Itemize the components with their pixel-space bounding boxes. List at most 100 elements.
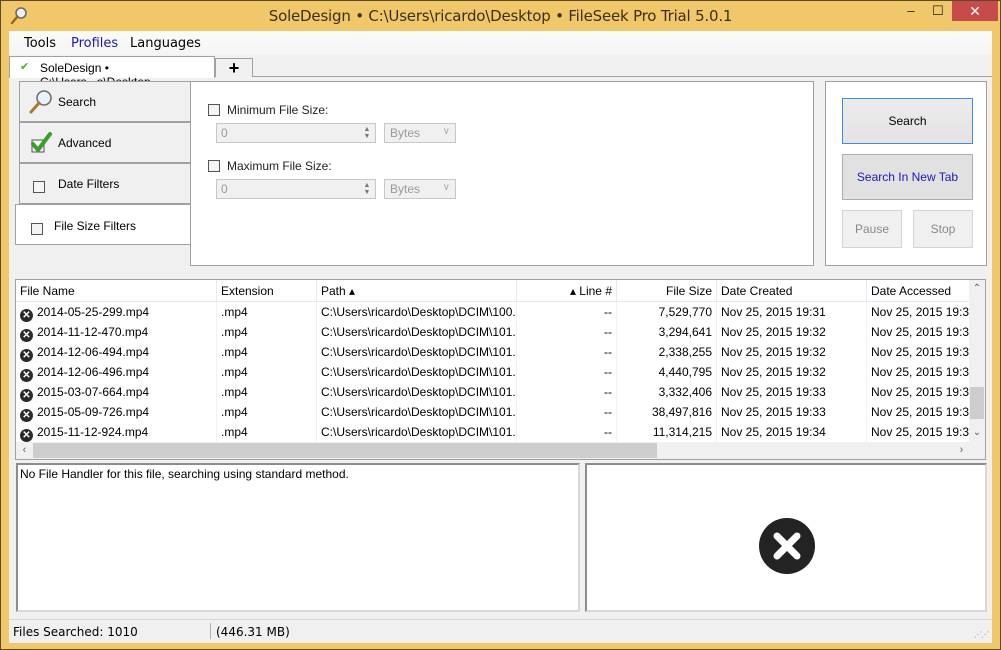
search-in-new-tab-button[interactable]: Search In New Tab: [842, 154, 973, 200]
path-cell-text: C:\Users\ricardo\Desktop\DCIM\101...: [321, 345, 517, 359]
chevron-right-icon[interactable]: ›: [953, 442, 970, 459]
chevron-down-icon[interactable]: ⌄: [969, 424, 985, 441]
menu-bar: Tools Profiles Languages: [9, 31, 992, 55]
table-row[interactable]: ✕ 2014-11-12-470.mp4 .mp4 C:\Users\ricardo\…: [16, 322, 971, 342]
max-size-unit-select[interactable]: Bytes ∨: [384, 179, 456, 199]
maximize-button[interactable]: ☐: [925, 1, 951, 21]
line-number-cell: --: [517, 322, 617, 342]
date-accessed-cell-text: Nov 25, 2015 19:32: [871, 325, 971, 339]
column-file-name[interactable]: File Name: [16, 280, 217, 302]
file-name-cell-text: 2014-12-06-494.mp4: [37, 345, 150, 359]
nav-item-advanced[interactable]: Advanced: [19, 122, 191, 163]
column-file-size[interactable]: File Size: [617, 280, 717, 302]
spinner-arrows-icon[interactable]: ▲ ▼: [361, 126, 373, 140]
date-accessed-cell-text: Nov 25, 2015 19:33: [871, 385, 971, 399]
date-filters-checkbox[interactable]: [33, 181, 45, 193]
line-number-cell: --: [517, 382, 617, 402]
resize-grip-icon[interactable]: ⋰⋰: [974, 630, 989, 639]
extension-cell: .mp4: [217, 362, 317, 382]
max-size-checkbox[interactable]: [208, 160, 220, 172]
date-created-cell: Nov 25, 2015 19:31: [717, 302, 867, 322]
chevron-up-icon[interactable]: ⌃: [969, 280, 985, 297]
file-size-cell-text: 7,529,770: [658, 305, 712, 319]
menu-profiles[interactable]: Profiles: [71, 36, 118, 51]
scroll-thumb[interactable]: [970, 387, 984, 419]
horizontal-scrollbar[interactable]: ‹ ›: [16, 442, 985, 459]
extension-cell: .mp4: [217, 342, 317, 362]
min-size-unit-select[interactable]: Bytes ∨: [384, 123, 456, 143]
nav-item-search[interactable]: Search: [19, 81, 191, 122]
preview-panel: [585, 463, 987, 612]
spinner-arrows-icon[interactable]: ▲ ▼: [361, 182, 373, 196]
file-name-cell-text: 2015-05-09-726.mp4: [37, 405, 150, 419]
table-row[interactable]: ✕ 2014-12-06-494.mp4 .mp4 C:\Users\ricardo\…: [16, 342, 971, 362]
line-number-cell-text: --: [604, 305, 612, 319]
add-tab-button[interactable]: +: [215, 58, 253, 77]
close-button[interactable]: ✕: [952, 1, 998, 21]
date-created-cell-text: Nov 25, 2015 19:31: [721, 305, 826, 319]
line-number-cell-text: --: [604, 425, 612, 439]
column-extension[interactable]: Extension: [217, 280, 317, 302]
file-size-cell-text: 2,338,255: [658, 345, 712, 359]
path-cell: C:\Users\ricardo\Desktop\DCIM\101...: [317, 382, 517, 402]
path-cell-text: C:\Users\ricardo\Desktop\DCIM\100...: [321, 305, 517, 319]
error-circle-icon: ✕: [20, 389, 33, 402]
menu-tools[interactable]: Tools: [24, 36, 56, 51]
column-path[interactable]: Path ▴: [317, 280, 517, 302]
date-accessed-cell: Nov 25, 2015 19:32: [867, 322, 971, 342]
chevron-left-icon[interactable]: ‹: [16, 442, 33, 459]
max-size-input[interactable]: 0 ▲ ▼: [216, 179, 376, 199]
date-created-cell: Nov 25, 2015 19:33: [717, 382, 867, 402]
file-size-cell: 7,529,770: [617, 302, 717, 322]
file-name-cell: ✕ 2014-05-25-299.mp4: [16, 302, 217, 322]
column-date-accessed[interactable]: Date Accessed: [867, 280, 971, 302]
log-panel[interactable]: No File Handler for this file, searching…: [16, 463, 580, 612]
table-row[interactable]: ✕ 2015-03-07-664.mp4 .mp4 C:\Users\ricardo\…: [16, 382, 971, 402]
min-size-input[interactable]: 0 ▲ ▼: [216, 123, 376, 143]
size-status: (446.31 MB): [216, 625, 290, 639]
action-panel: Search Search In New Tab Pause Stop: [825, 81, 987, 266]
error-circle-icon: ✕: [20, 329, 33, 342]
extension-cell: .mp4: [217, 302, 317, 322]
table-row[interactable]: ✕ 2015-11-12-924.mp4 .mp4 C:\Users\ricardo\…: [16, 422, 971, 442]
min-size-checkbox[interactable]: [208, 104, 220, 116]
file-size-cell-text: 38,497,816: [651, 405, 712, 419]
pause-button[interactable]: Pause: [842, 210, 902, 248]
path-cell: C:\Users\ricardo\Desktop\DCIM\101...: [317, 402, 517, 422]
table-row[interactable]: ✕ 2014-12-06-496.mp4 .mp4 C:\Users\ricardo\…: [16, 362, 971, 382]
column-line-number[interactable]: ▴ Line #: [517, 280, 617, 302]
minimize-button[interactable]: –: [898, 1, 924, 21]
tab-soledesign[interactable]: ✔ SoleDesign • C:\Users...o\Desktop: [9, 56, 215, 89]
date-created-cell: Nov 25, 2015 19:33: [717, 402, 867, 422]
path-cell-text: C:\Users\ricardo\Desktop\DCIM\101...: [321, 325, 517, 339]
file-size-filters-checkbox[interactable]: [31, 223, 43, 235]
nav-label: File Size Filters: [54, 219, 137, 233]
scroll-thumb[interactable]: [33, 443, 657, 458]
file-size-cell: 38,497,816: [617, 402, 717, 422]
green-check-icon: [31, 132, 52, 153]
nav-item-file-size-filters[interactable]: File Size Filters: [15, 204, 197, 245]
line-number-cell-text: --: [604, 365, 612, 379]
file-name-cell: ✕ 2014-12-06-494.mp4: [16, 342, 217, 362]
search-button[interactable]: Search: [842, 98, 973, 144]
file-name-cell: ✕ 2015-11-12-924.mp4: [16, 422, 217, 442]
date-created-cell-text: Nov 25, 2015 19:33: [721, 385, 826, 399]
line-number-cell: --: [517, 302, 617, 322]
nav-label: Search: [58, 95, 97, 109]
table-row[interactable]: ✕ 2015-05-09-726.mp4 .mp4 C:\Users\ricardo\…: [16, 402, 971, 422]
table-row[interactable]: ✕ 2014-05-25-299.mp4 .mp4 C:\Users\ricardo\…: [16, 302, 971, 322]
vertical-scrollbar[interactable]: ⌃ ⌄: [969, 280, 985, 443]
error-circle-icon: ✕: [20, 309, 33, 322]
stop-button[interactable]: Stop: [913, 210, 973, 248]
path-cell-text: C:\Users\ricardo\Desktop\DCIM\101...: [321, 385, 517, 399]
file-name-cell-text: 2014-05-25-299.mp4: [37, 305, 150, 319]
line-number-cell-text: --: [604, 345, 612, 359]
column-date-created[interactable]: Date Created: [717, 280, 867, 302]
line-number-cell: --: [517, 422, 617, 442]
nav-item-date-filters[interactable]: Date Filters: [19, 163, 191, 204]
error-circle-icon: ✕: [20, 349, 33, 362]
date-created-cell-text: Nov 25, 2015 19:34: [721, 425, 826, 439]
file-size-cell: 4,440,795: [617, 362, 717, 382]
path-cell-text: C:\Users\ricardo\Desktop\DCIM\101...: [321, 365, 517, 379]
menu-languages[interactable]: Languages: [130, 36, 201, 51]
